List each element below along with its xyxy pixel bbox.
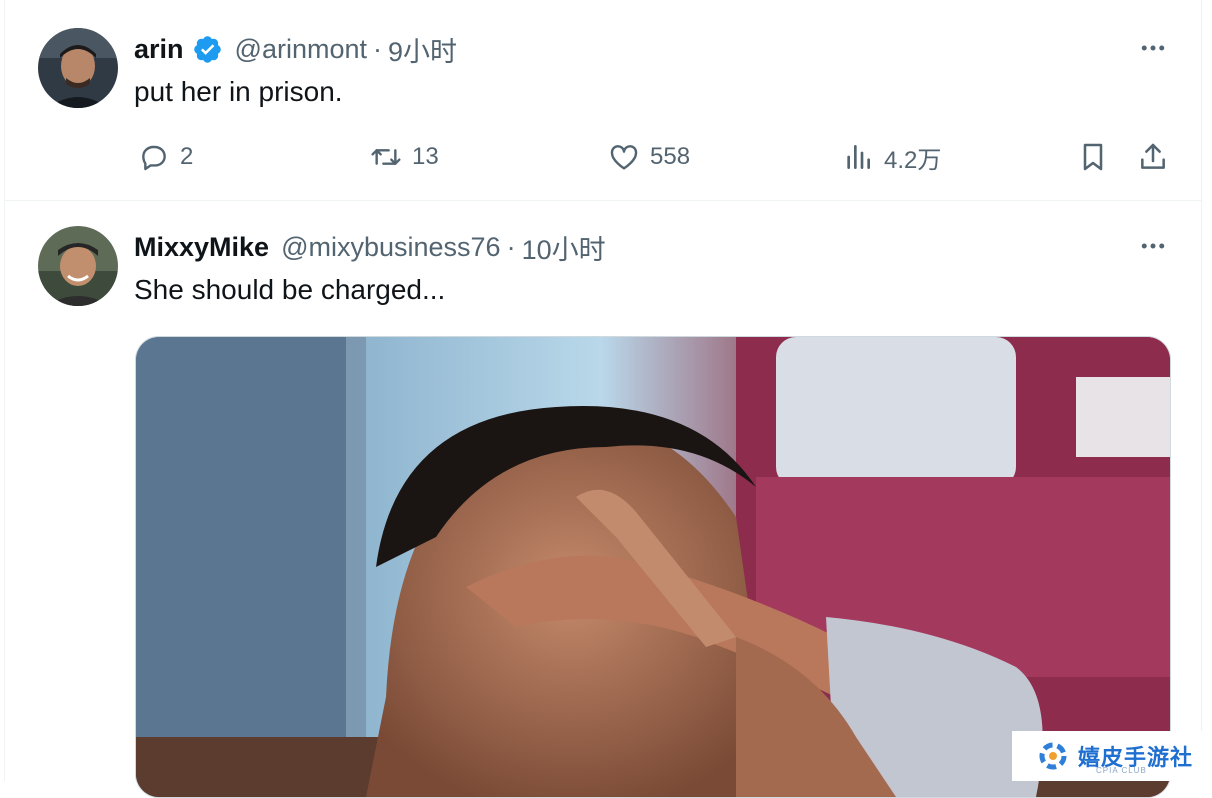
tweet[interactable]: arin @arinmont · 9小时 put her in prison. (5, 0, 1201, 201)
tweet-text: She should be charged... (134, 274, 446, 305)
like-count: 558 (650, 143, 691, 170)
tweet-header: MixxyMike @mixybusiness76 · 10小时 (134, 228, 606, 267)
reply-count: 2 (180, 143, 194, 170)
retweet-button[interactable]: 13 (370, 137, 439, 177)
tweet-text: put her in prison. (134, 76, 343, 107)
views-icon (847, 145, 870, 169)
more-icon[interactable] (1135, 228, 1171, 264)
bookmark-icon (1083, 143, 1103, 171)
author-name[interactable]: MixxyMike (134, 232, 269, 263)
views-button[interactable]: 4.2万 (842, 137, 941, 177)
watermark-logo: 嬉皮手游社 CPIA CLUB (1012, 731, 1212, 781)
separator: · (373, 34, 382, 64)
author-handle[interactable]: @arinmont (235, 34, 367, 65)
reply-icon (142, 145, 166, 171)
tweet[interactable]: MixxyMike @mixybusiness76 · 10小时 She sho… (5, 201, 1201, 798)
watermark-subtext: CPIA CLUB (1096, 766, 1147, 775)
share-button[interactable] (1137, 137, 1169, 177)
more-icon[interactable] (1135, 30, 1171, 66)
bookmark-button[interactable] (1077, 137, 1109, 177)
watermark-icon (1039, 742, 1067, 770)
author-handle[interactable]: @mixybusiness76 (281, 232, 501, 263)
retweet-icon (371, 149, 401, 165)
share-icon (1141, 143, 1165, 169)
timeline-feed: arin @arinmont · 9小时 put her in prison. (4, 0, 1202, 798)
like-button[interactable]: 558 (608, 137, 690, 177)
tweet-actions: 2 13 558 4.2万 (134, 137, 1174, 177)
timestamp[interactable]: 10小时 (522, 228, 606, 267)
avatar[interactable] (38, 28, 118, 108)
like-icon (610, 145, 638, 170)
avatar[interactable] (38, 226, 118, 306)
reply-button[interactable]: 2 (138, 137, 193, 177)
tweet-media-image[interactable] (135, 336, 1171, 798)
views-count: 4.2万 (884, 146, 942, 174)
author-name[interactable]: arin (134, 34, 184, 65)
verified-icon[interactable] (192, 34, 223, 65)
timestamp[interactable]: 9小时 (388, 30, 457, 69)
tweet-header: arin @arinmont · 9小时 (134, 30, 457, 69)
retweet-count: 13 (412, 143, 439, 170)
separator: · (506, 232, 516, 262)
